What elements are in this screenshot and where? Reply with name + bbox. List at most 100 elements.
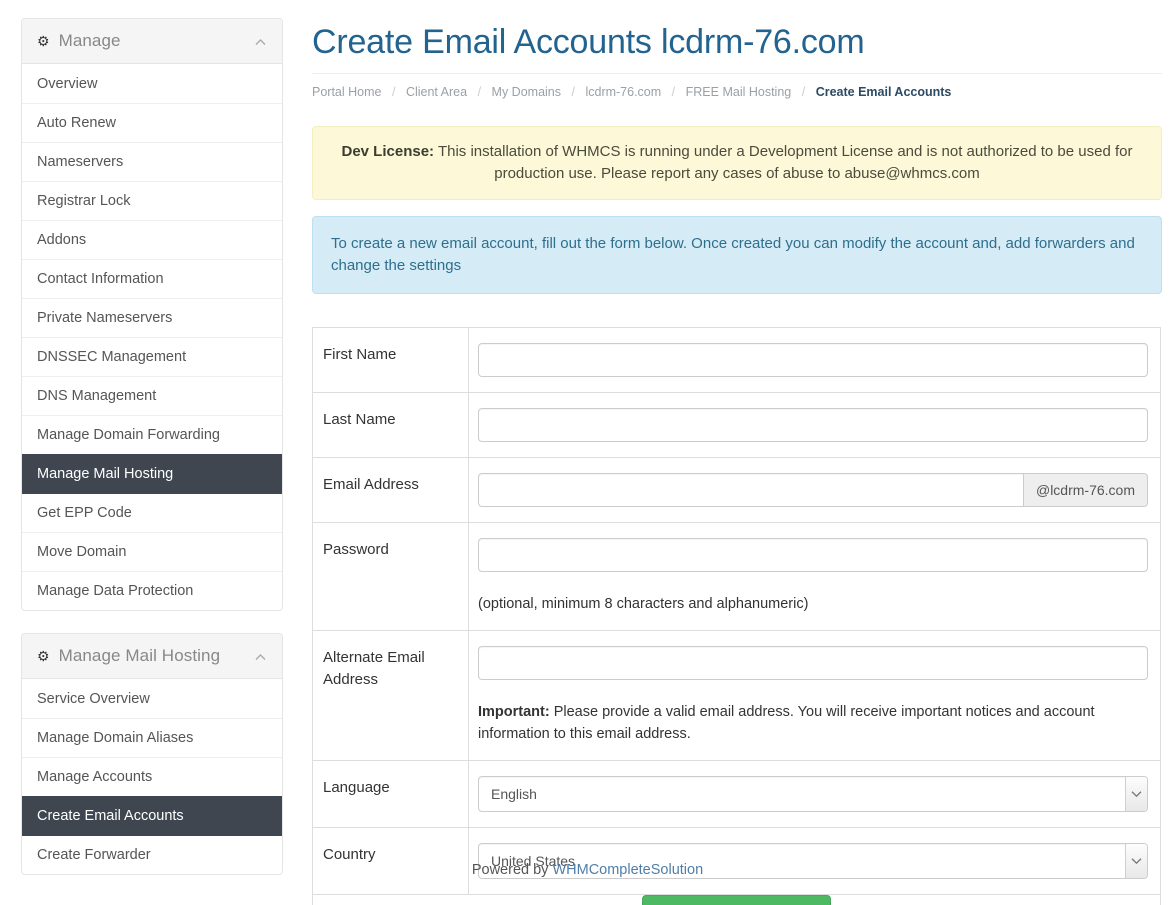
email-domain-addon: @lcdrm-76.com bbox=[1023, 473, 1148, 507]
alternate-email-help-label: Important: bbox=[478, 704, 550, 720]
page-root: ⚙ Manage Overview Auto Renew Nameservers… bbox=[0, 0, 1175, 905]
form-row-last-name: Last Name bbox=[312, 392, 1161, 458]
sidebar-item-label: Service Overview bbox=[37, 690, 150, 707]
sidebar-item-label: Auto Renew bbox=[37, 115, 116, 131]
dev-license-label: Dev License: bbox=[341, 143, 435, 160]
sidebar-item-create-email-accounts[interactable]: Create Email Accounts bbox=[22, 796, 282, 835]
form-row-language: Language English bbox=[312, 760, 1161, 828]
sidebar-item-manage-data-protection[interactable]: Manage Data Protection bbox=[22, 571, 282, 610]
sidebar-item-registrar-lock[interactable]: Registrar Lock bbox=[22, 181, 282, 220]
breadcrumb-item-current: Create Email Accounts bbox=[815, 85, 952, 99]
sidebar: ⚙ Manage Overview Auto Renew Nameservers… bbox=[21, 18, 283, 897]
sidebar-item-label: Overview bbox=[37, 75, 98, 92]
password-help-text: (optional, minimum 8 characters and alph… bbox=[478, 596, 809, 612]
language-select-wrapper: English bbox=[478, 776, 1148, 812]
sidebar-item-overview[interactable]: Overview bbox=[22, 64, 282, 103]
sidebar-item-label: Manage Domain Forwarding bbox=[37, 427, 220, 443]
last-name-input[interactable] bbox=[478, 408, 1148, 442]
sidebar-item-manage-domain-forwarding[interactable]: Manage Domain Forwarding bbox=[22, 415, 282, 454]
breadcrumb-item-free-mail-hosting[interactable]: FREE Mail Hosting bbox=[686, 85, 792, 99]
main-content: Create Email Accounts lcdrm-76.com Porta… bbox=[312, 0, 1162, 905]
breadcrumb: Portal Home / Client Area / My Domains /… bbox=[312, 73, 1162, 108]
sidebar-item-label: Create Forwarder bbox=[37, 847, 151, 863]
sidebar-item-manage-domain-aliases[interactable]: Manage Domain Aliases bbox=[22, 718, 282, 757]
footer-powered-by-text: Powered by bbox=[471, 862, 553, 878]
submit-cell: Create Email Accounts bbox=[313, 895, 1161, 905]
sidebar-item-label: Create Email Accounts bbox=[37, 808, 184, 824]
last-name-cell bbox=[469, 393, 1161, 458]
country-cell: United States bbox=[469, 828, 1161, 895]
language-select[interactable]: English bbox=[478, 776, 1148, 812]
info-alert: To create a new email account, fill out … bbox=[312, 216, 1162, 294]
sidebar-item-contact-information[interactable]: Contact Information bbox=[22, 259, 282, 298]
sidebar-item-auto-renew[interactable]: Auto Renew bbox=[22, 103, 282, 142]
chevron-up-icon[interactable] bbox=[255, 37, 266, 48]
sidebar-item-nameservers[interactable]: Nameservers bbox=[22, 142, 282, 181]
email-address-label: Email Address bbox=[312, 457, 469, 523]
sidebar-item-get-epp-code[interactable]: Get EPP Code bbox=[22, 493, 282, 532]
language-cell: English bbox=[469, 761, 1161, 828]
sidebar-panel-manage-list: Overview Auto Renew Nameservers Registra… bbox=[22, 64, 282, 610]
first-name-input[interactable] bbox=[478, 343, 1148, 377]
first-name-cell bbox=[469, 328, 1161, 393]
sidebar-item-private-nameservers[interactable]: Private Nameservers bbox=[22, 298, 282, 337]
breadcrumb-item-domain[interactable]: lcdrm-76.com bbox=[585, 85, 661, 99]
sidebar-item-label: Addons bbox=[37, 232, 87, 248]
form-row-first-name: First Name bbox=[312, 327, 1161, 393]
sidebar-panel-manage-header[interactable]: ⚙ Manage bbox=[22, 19, 282, 64]
sidebar-item-label: Manage Domain Aliases bbox=[37, 730, 194, 746]
sidebar-item-service-overview[interactable]: Service Overview bbox=[22, 679, 282, 718]
password-input[interactable] bbox=[478, 538, 1148, 572]
info-alert-text: To create a new email account, fill out … bbox=[331, 235, 1135, 274]
breadcrumb-item-client-area[interactable]: Client Area bbox=[406, 85, 467, 99]
form-row-country: Country United States bbox=[312, 827, 1161, 895]
create-email-accounts-button[interactable]: Create Email Accounts bbox=[641, 895, 832, 905]
alternate-email-label: Alternate Email Address bbox=[312, 630, 469, 761]
sidebar-panel-manage-title: Manage bbox=[58, 31, 121, 50]
sidebar-item-label: Private Nameservers bbox=[37, 310, 173, 326]
sidebar-item-label: Registrar Lock bbox=[37, 193, 131, 209]
chevron-up-icon[interactable] bbox=[255, 652, 266, 663]
sidebar-item-label: Nameservers bbox=[37, 154, 124, 170]
breadcrumb-separator: / bbox=[571, 85, 575, 99]
language-label: Language bbox=[312, 760, 469, 828]
dev-license-alert: Dev License: This installation of WHMCS … bbox=[312, 126, 1162, 200]
create-email-form: First Name Last Name Email Address @lcdr… bbox=[312, 327, 1161, 905]
breadcrumb-separator: / bbox=[671, 85, 676, 99]
form-row-alternate-email: Alternate Email Address Important: Pleas… bbox=[312, 630, 1161, 761]
email-address-cell: @lcdrm-76.com bbox=[469, 458, 1161, 523]
sidebar-item-label: Manage Mail Hosting bbox=[37, 466, 174, 482]
sidebar-item-manage-accounts[interactable]: Manage Accounts bbox=[22, 757, 282, 796]
alternate-email-cell: Important: Please provide a valid email … bbox=[469, 631, 1161, 761]
breadcrumb-separator: / bbox=[391, 85, 396, 99]
breadcrumb-item-portal-home[interactable]: Portal Home bbox=[312, 85, 381, 99]
last-name-label: Last Name bbox=[312, 392, 469, 458]
footer-brand-link[interactable]: WHMCompleteSolution bbox=[552, 862, 703, 878]
sidebar-item-label: Manage Data Protection bbox=[37, 583, 194, 599]
email-address-input[interactable] bbox=[478, 473, 1024, 507]
dev-license-text: This installation of WHMCS is running un… bbox=[434, 143, 1133, 182]
sidebar-panel-mail-hosting: ⚙ Manage Mail Hosting Service Overview M… bbox=[21, 633, 283, 875]
sidebar-item-label: Get EPP Code bbox=[37, 505, 132, 521]
form-row-submit: Create Email Accounts bbox=[313, 895, 1161, 905]
sidebar-item-label: Move Domain bbox=[37, 544, 127, 560]
breadcrumb-item-my-domains[interactable]: My Domains bbox=[492, 85, 561, 99]
sidebar-item-move-domain[interactable]: Move Domain bbox=[22, 532, 282, 571]
alternate-email-help-body: Please provide a valid email address. Yo… bbox=[478, 704, 1095, 742]
sidebar-item-manage-mail-hosting[interactable]: Manage Mail Hosting bbox=[22, 454, 282, 493]
sidebar-item-dnssec-management[interactable]: DNSSEC Management bbox=[22, 337, 282, 376]
sidebar-item-addons[interactable]: Addons bbox=[22, 220, 282, 259]
sidebar-panel-manage: ⚙ Manage Overview Auto Renew Nameservers… bbox=[21, 18, 283, 611]
first-name-label: First Name bbox=[312, 327, 469, 393]
alternate-email-input[interactable] bbox=[478, 646, 1148, 680]
breadcrumb-separator: / bbox=[801, 85, 806, 99]
sidebar-item-dns-management[interactable]: DNS Management bbox=[22, 376, 282, 415]
page-title: Create Email Accounts lcdrm-76.com bbox=[312, 23, 865, 61]
gear-icon: ⚙ bbox=[37, 648, 50, 664]
form-row-email-address: Email Address @lcdrm-76.com bbox=[312, 457, 1161, 523]
footer: Powered by WHMCompleteSolution bbox=[0, 862, 1175, 878]
sidebar-item-label: DNSSEC Management bbox=[37, 349, 187, 365]
alternate-email-help-text: Important: Please provide a valid email … bbox=[478, 701, 1148, 745]
sidebar-panel-mail-hosting-list: Service Overview Manage Domain Aliases M… bbox=[22, 679, 282, 874]
sidebar-panel-mail-hosting-header[interactable]: ⚙ Manage Mail Hosting bbox=[22, 634, 282, 679]
